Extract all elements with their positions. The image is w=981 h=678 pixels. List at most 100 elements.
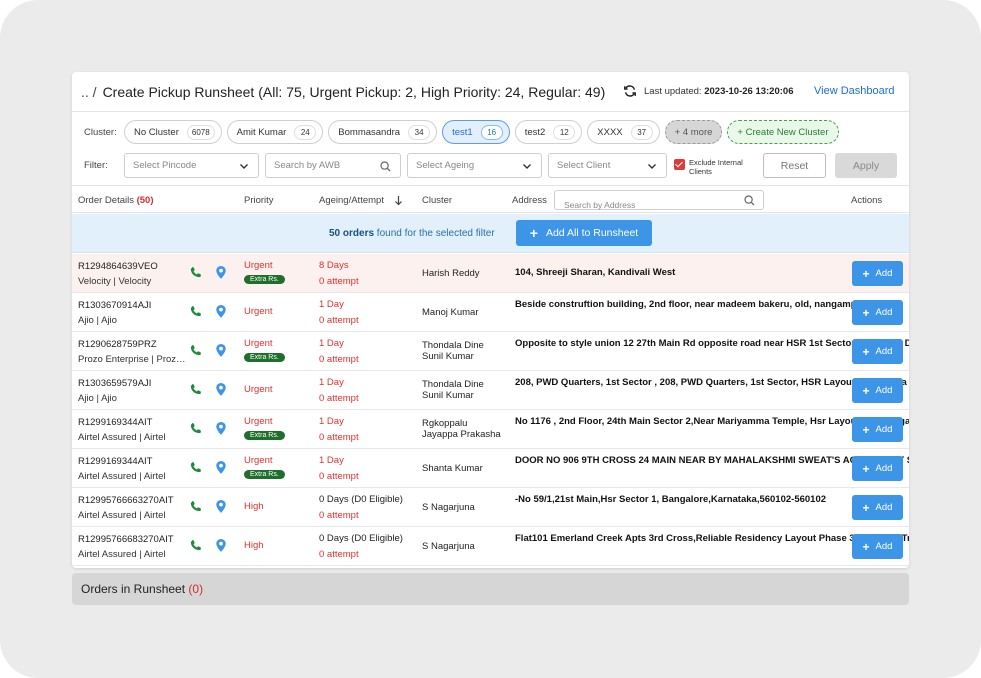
ageing-value: 1 Day — [319, 455, 344, 466]
phone-icon[interactable] — [189, 539, 202, 557]
chevron-down-icon — [523, 164, 531, 169]
cluster-chip-count: 12 — [553, 124, 576, 140]
apply-button[interactable]: Apply — [835, 153, 897, 178]
location-pin-icon[interactable] — [214, 538, 228, 558]
address-value: 208, PWD Quarters, 1st Sector , 208, PWD… — [515, 377, 909, 388]
phone-icon[interactable] — [189, 461, 202, 479]
cluster-chip-count: 34 — [408, 124, 431, 140]
location-pin-icon[interactable] — [214, 265, 228, 285]
location-pin-icon[interactable] — [214, 382, 228, 402]
table-row: R1294864639VEO Velocity | Velocity Urgent E… — [72, 254, 909, 293]
col-order-details[interactable]: Order Details (50) — [78, 195, 154, 206]
location-pin-icon[interactable] — [214, 343, 228, 363]
client-select-placeholder: Select Client — [557, 160, 611, 171]
add-button[interactable]: + Add — [852, 378, 903, 403]
last-updated-label: Last updated: — [644, 86, 702, 97]
add-button[interactable]: + Add — [852, 339, 903, 364]
order-id[interactable]: R1303670914AJI — [78, 300, 151, 311]
ageing-value: 1 Day — [319, 338, 344, 349]
add-button[interactable]: + Add — [852, 456, 903, 481]
phone-icon[interactable] — [189, 500, 202, 518]
awb-search-input[interactable]: Search by AWB — [265, 153, 401, 178]
cluster-chip-xxxx[interactable]: XXXX 37 — [587, 120, 660, 144]
location-pin-icon[interactable] — [214, 421, 228, 441]
col-address[interactable]: Address — [512, 195, 547, 206]
order-id[interactable]: R12995766683270AIT — [78, 534, 174, 545]
ageing-select[interactable]: Select Ageing — [407, 153, 542, 178]
order-id[interactable]: R1303659579AJI — [78, 378, 151, 389]
more-clusters-button[interactable]: + 4 more — [664, 120, 723, 144]
order-client: Airtel Assured | Airtel — [78, 432, 166, 443]
header-bar: .. / Create Pickup Runsheet (All: 75, Urg… — [72, 72, 909, 112]
add-button[interactable]: + Add — [852, 495, 903, 520]
add-button-label: Add — [875, 346, 893, 357]
view-dashboard-link[interactable]: View Dashboard — [814, 85, 895, 97]
cluster-chip-test2[interactable]: test2 12 — [514, 120, 583, 144]
order-client: Ajio | Ajio — [78, 393, 117, 404]
runsheet-footer[interactable]: Orders in Runsheet (0) — [72, 573, 909, 605]
cluster-chip-amit-kumar[interactable]: Amit Kumar 24 — [226, 120, 324, 144]
order-id[interactable]: R1299169344AIT — [78, 456, 152, 467]
cluster-chip-label: test1 — [452, 126, 473, 138]
attempt-value: 0 attempt — [319, 354, 359, 365]
phone-icon[interactable] — [189, 344, 202, 362]
table-row: R1303659579AJI Ajio | Ajio Urgent 1 Day 0 at… — [72, 371, 909, 410]
col-priority[interactable]: Priority — [244, 195, 274, 206]
phone-icon[interactable] — [189, 266, 202, 284]
cluster-chip-bommasandra[interactable]: Bommasandra 34 — [328, 120, 438, 144]
order-id[interactable]: R1290628759PRZ — [78, 339, 157, 350]
plus-icon: + — [862, 539, 870, 554]
cluster-line-1: Rgkoppalu — [422, 418, 468, 429]
sort-down-icon[interactable] — [394, 195, 403, 206]
add-button-label: Add — [875, 307, 893, 318]
last-updated-value: 2023-10-26 13:20:06 — [704, 86, 794, 97]
priority-label: Urgent — [244, 306, 273, 317]
table-row: R12995766683270AIT Airtel Assured | Airte… — [72, 527, 909, 566]
add-button[interactable]: + Add — [852, 300, 903, 325]
client-select[interactable]: Select Client — [548, 153, 667, 178]
ageing-value: 0 Days (D0 Eligible) — [319, 494, 403, 505]
phone-icon[interactable] — [189, 305, 202, 323]
location-pin-icon[interactable] — [214, 460, 228, 480]
phone-icon[interactable] — [189, 422, 202, 440]
add-button[interactable]: + Add — [852, 534, 903, 559]
ageing-value: 1 Day — [319, 416, 344, 427]
location-pin-icon[interactable] — [214, 304, 228, 324]
reset-button[interactable]: Reset — [763, 153, 826, 178]
add-button[interactable]: + Add — [852, 261, 903, 286]
order-client: Prozo Enterprise | Proz… — [78, 354, 186, 365]
location-pin-icon[interactable] — [214, 499, 228, 519]
chevron-down-icon — [648, 164, 656, 169]
cluster-chip-count: 37 — [630, 124, 653, 140]
cluster-chip-test1[interactable]: test1 16 — [442, 120, 510, 144]
order-id[interactable]: R12995766663270AIT — [78, 495, 174, 506]
cluster-chip-label: XXXX — [597, 126, 623, 138]
col-cluster[interactable]: Cluster — [422, 195, 452, 206]
order-id[interactable]: R1299169344AIT — [78, 417, 152, 428]
table-row: R12995766663270AIT Airtel Assured | Airte… — [72, 488, 909, 527]
table-header: Order Details (50) Priority Ageing/Attem… — [72, 185, 909, 213]
address-value: DOOR NO 906 9TH CROSS 24 MAIN NEAR BY MA… — [515, 455, 909, 466]
breadcrumb[interactable]: .. / — [81, 84, 97, 100]
exclude-internal-checkbox[interactable]: Exclude Internal Clients — [674, 158, 749, 176]
cluster-chip-no-cluster[interactable]: No Cluster 6078 — [124, 120, 222, 144]
last-updated: Last updated: 2023-10-26 13:20:06 — [644, 86, 793, 97]
pincode-select-placeholder: Select Pincode — [133, 160, 197, 171]
add-button[interactable]: + Add — [852, 417, 903, 442]
table-row: R1299169344AIT Airtel Assured | Airtel Urg… — [72, 449, 909, 488]
pincode-select[interactable]: Select Pincode — [124, 153, 259, 178]
cluster-chip-label: Bommasandra — [338, 126, 401, 138]
phone-icon[interactable] — [189, 383, 202, 401]
cluster-value: Thondala Dine Sunil Kumar — [422, 340, 484, 362]
extra-rs-badge: Extra Rs. — [244, 353, 285, 362]
address-search-input[interactable]: Search by Address — [554, 190, 764, 210]
order-id[interactable]: R1294864639VEO — [78, 261, 158, 272]
runsheet-footer-label: Orders in Runsheet — [81, 582, 186, 596]
create-cluster-button[interactable]: + Create New Cluster — [727, 120, 839, 144]
ageing-value: 0 Days (D0 Eligible) — [319, 533, 403, 544]
priority-label: Urgent — [244, 338, 273, 349]
add-all-button[interactable]: + Add All to Runsheet — [516, 220, 652, 246]
refresh-icon[interactable] — [623, 84, 637, 98]
col-ageing[interactable]: Ageing/Attempt — [319, 195, 384, 206]
cluster-line-2: Jayappa Prakasha — [422, 429, 501, 440]
